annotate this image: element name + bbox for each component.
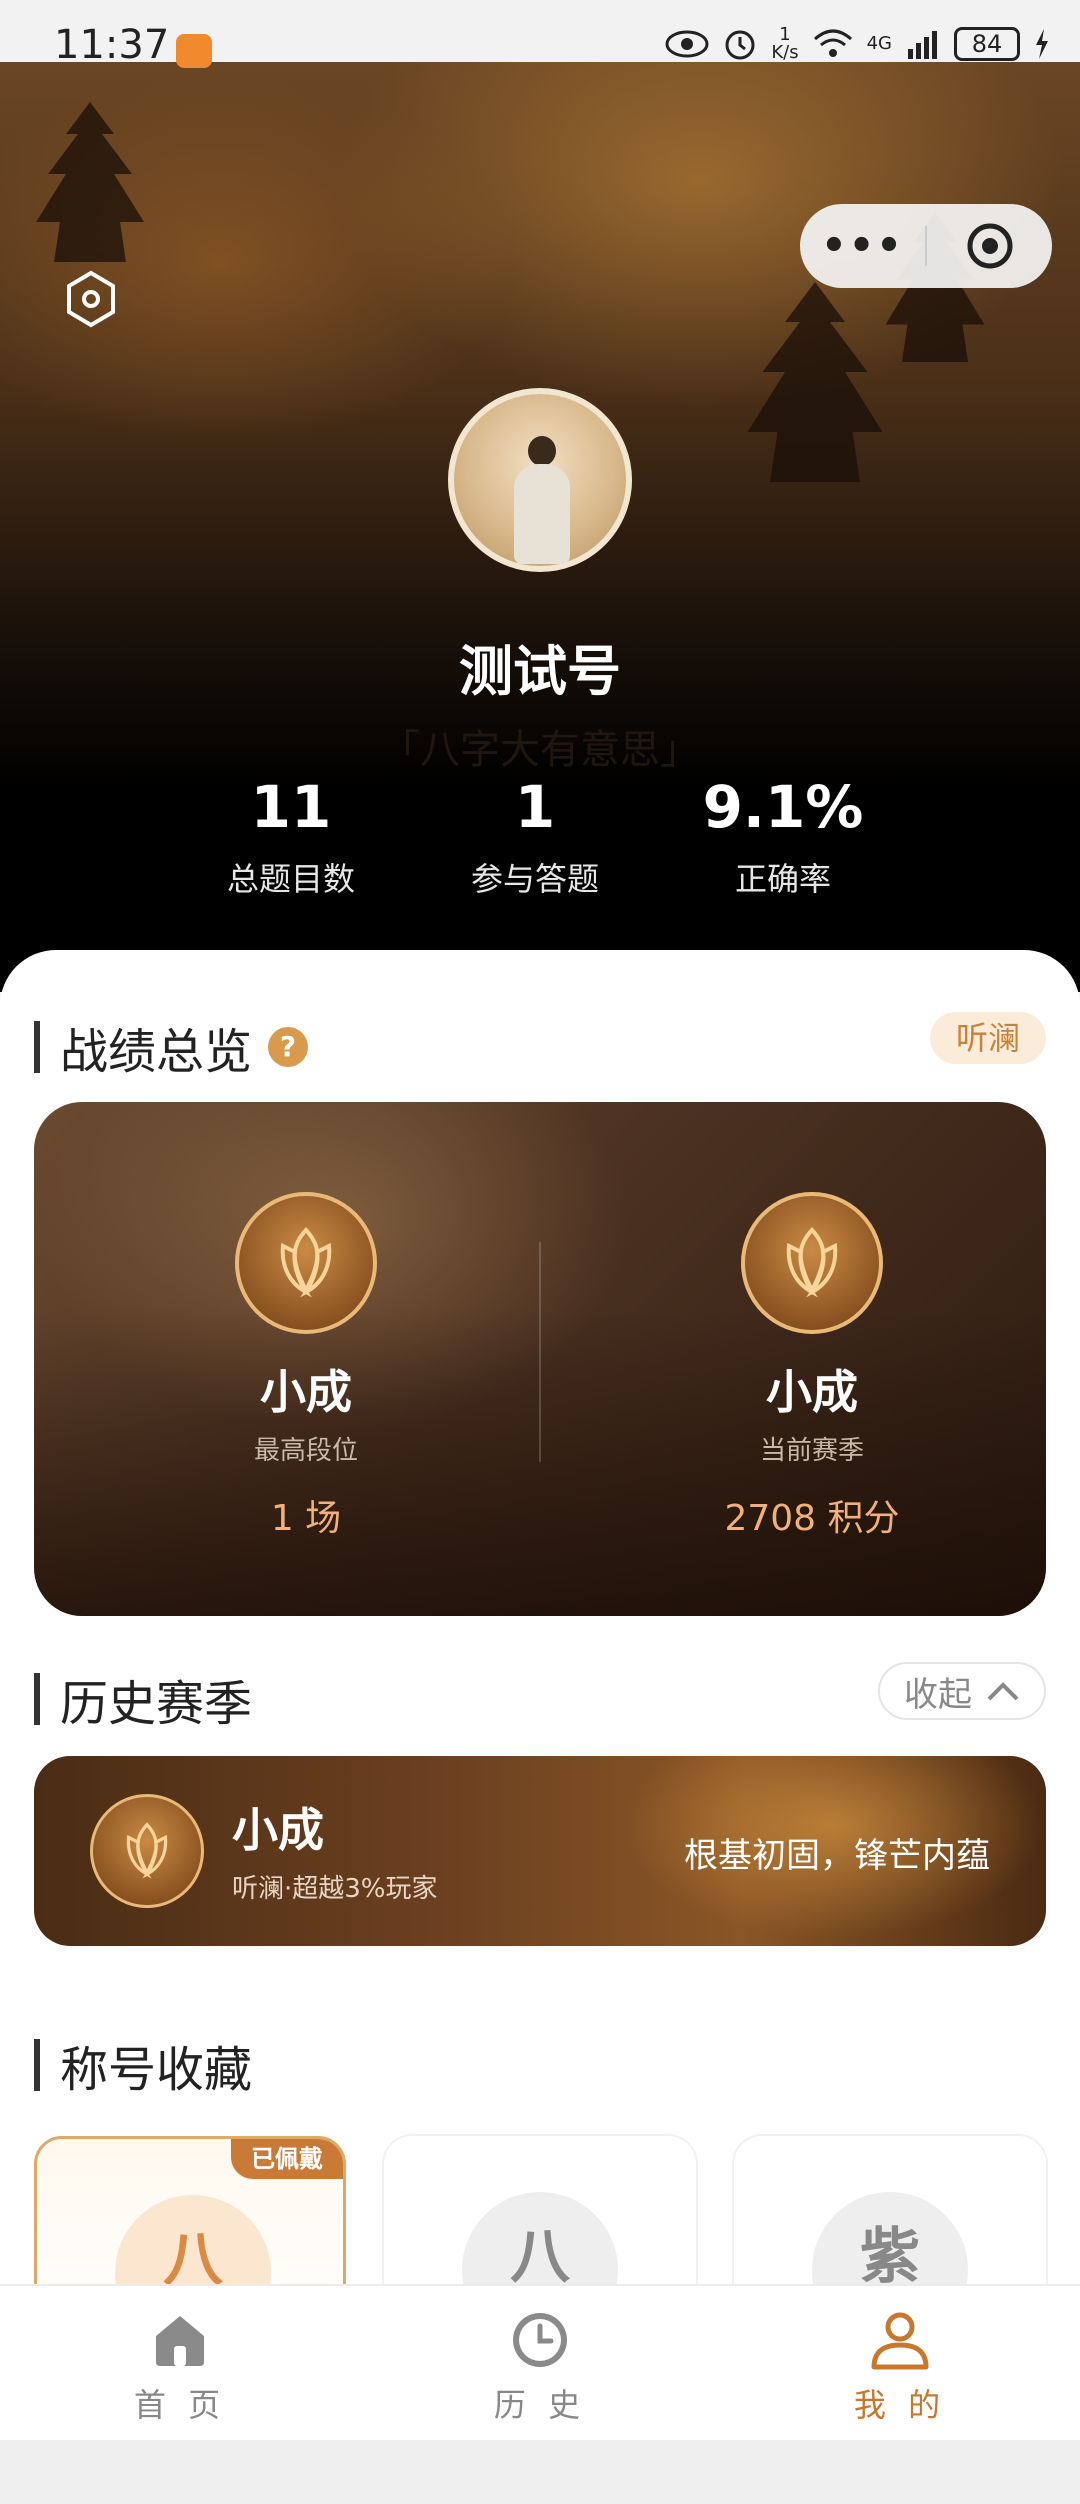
rank-value: 1 场 — [270, 1498, 342, 1539]
tab-label: 我 的 — [853, 2386, 947, 2424]
best-rank: 小成 最高段位 1 场 — [126, 1192, 486, 1541]
rank-medal-icon — [90, 1794, 204, 1908]
signal-icon — [908, 31, 937, 59]
avatar[interactable] — [448, 388, 632, 572]
title-card[interactable]: 紫 — [734, 2136, 1046, 2284]
collapse-button[interactable]: 收起 — [878, 1662, 1046, 1720]
home-icon — [156, 2316, 204, 2366]
user-icon — [871, 2312, 929, 2370]
season-rank: 小成 — [232, 1803, 324, 1857]
close-miniprogram-icon[interactable] — [927, 221, 1052, 271]
title-accent-bar — [34, 1673, 40, 1725]
stat-total-questions: 11 总题目数 — [171, 772, 411, 900]
status-bar: 11:37 1 K/s 4G 84 — [0, 0, 1080, 68]
wifi-icon — [813, 29, 852, 57]
tab-home[interactable]: 首 页 — [60, 2308, 300, 2426]
stat-accuracy: 9.1% 正确率 — [663, 772, 903, 900]
season-caption: 听澜·超越3%玩家 — [232, 1874, 438, 1904]
section-title-titles: 称号收藏 — [34, 2030, 252, 2100]
speed-unit: K/s — [771, 42, 799, 63]
tab-label: 首 页 — [133, 2386, 227, 2424]
section-title-overview: 战绩总览 ? — [34, 1012, 309, 1082]
season-motto: 根基初固，锋芒内蕴 — [684, 1836, 990, 1876]
history-season-card[interactable]: 小成 听澜·超越3%玩家 根基初固，锋芒内蕴 — [34, 1756, 1046, 1946]
stat-value: 9.1% — [702, 773, 864, 841]
worn-badge: 已佩戴 — [231, 2139, 343, 2179]
settings-icon[interactable] — [62, 270, 120, 328]
section-title-history: 历史赛季 — [34, 1664, 252, 1734]
bottom-tab-bar: 首 页 历 史 我 的 — [0, 2284, 1080, 2440]
status-icons: 1 K/s 4G 84 — [665, 24, 1050, 64]
network-speed: 1 K/s — [771, 26, 798, 62]
eye-icon — [665, 30, 709, 58]
section-title-text: 历史赛季 — [60, 1676, 253, 1732]
tab-mine[interactable]: 我 的 — [780, 2308, 1020, 2426]
profile-hero: ••• 测试号 「八字大有意思」 11 总题目数 1 参与答题 9.1% 正确率 — [0, 62, 1080, 992]
rank-name: 小成 — [766, 1365, 858, 1419]
alarm-icon — [725, 30, 755, 60]
more-options-icon[interactable]: ••• — [800, 223, 925, 269]
status-time: 11:37 — [54, 22, 170, 68]
help-icon[interactable]: ? — [268, 1027, 309, 1067]
rank-value: 2708 积分 — [724, 1498, 900, 1539]
rank-caption: 最高段位 — [253, 1436, 358, 1466]
tab-history[interactable]: 历 史 — [420, 2308, 660, 2426]
title-emblem: 紫 — [812, 2192, 968, 2284]
section-title-text: 称号收藏 — [60, 2042, 253, 2098]
chevron-up-icon — [987, 1682, 1019, 1701]
tier-tag: 听澜 — [929, 1012, 1046, 1064]
username: 测试号 — [459, 640, 621, 703]
stat-label: 总题目数 — [226, 860, 355, 898]
rank-caption: 当前赛季 — [759, 1436, 864, 1466]
title-card[interactable]: 已佩戴 八 — [34, 2136, 346, 2284]
main-content: 战绩总览 ? 听澜 小成 最高段位 1 场 小成 当前赛季 2708 积分 历史… — [0, 950, 1080, 2284]
title-emblem: 八 — [462, 2192, 618, 2284]
user-signature: 「八字大有意思」 — [380, 727, 700, 773]
battery-indicator: 84 — [954, 27, 1020, 61]
stat-value: 11 — [250, 773, 332, 841]
tab-label: 历 史 — [493, 2386, 587, 2424]
app-notification-icon — [176, 34, 212, 68]
title-card[interactable]: 八 — [384, 2136, 696, 2284]
stat-label: 正确率 — [734, 860, 831, 898]
charging-icon — [1036, 29, 1048, 59]
avatar-figure-head — [528, 436, 556, 466]
overview-card: 小成 最高段位 1 场 小成 当前赛季 2708 积分 — [34, 1102, 1046, 1616]
section-title-text: 战绩总览 — [60, 1024, 253, 1080]
clock-icon — [513, 2313, 567, 2367]
title-emblem: 八 — [115, 2195, 271, 2284]
title-accent-bar — [34, 1021, 40, 1073]
current-rank: 小成 当前赛季 2708 积分 — [632, 1192, 992, 1541]
collapse-label: 收起 — [904, 1674, 972, 1715]
stat-label: 参与答题 — [470, 860, 599, 898]
miniprogram-capsule: ••• — [800, 204, 1052, 288]
pagoda-silhouette-right — [747, 282, 883, 482]
pagoda-silhouette-left — [36, 102, 144, 262]
stat-value: 1 — [514, 773, 556, 841]
rank-name: 小成 — [260, 1365, 352, 1419]
avatar-figure-body — [514, 464, 570, 564]
overview-divider — [539, 1242, 541, 1462]
rank-medal-icon — [741, 1192, 883, 1334]
network-type: 4G — [866, 33, 892, 54]
title-accent-bar — [34, 2039, 40, 2091]
stat-answered: 1 参与答题 — [415, 772, 655, 900]
system-nav-area — [0, 2440, 1080, 2504]
rank-medal-icon — [235, 1192, 377, 1334]
